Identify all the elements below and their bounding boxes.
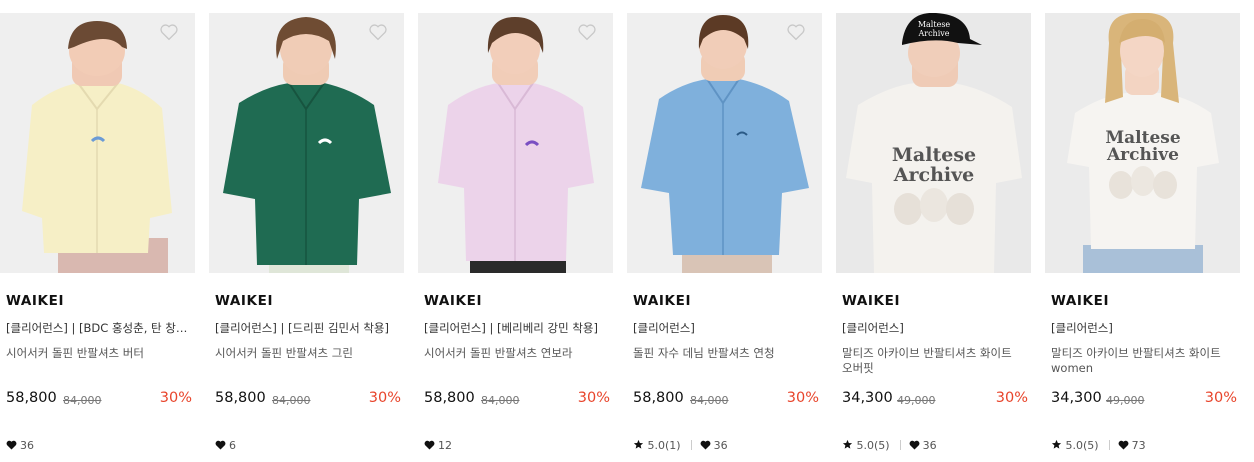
original-price: 84,000 [272,394,311,407]
product-photo: Maltese Archive [1045,13,1240,273]
product-image[interactable]: Maltese Archive Maltese Archive [836,13,1031,273]
rating: 5.0(5) [856,439,890,452]
original-price: 84,000 [481,394,520,407]
price-row: 58,800 84,000 30% [633,390,819,410]
product-photo [627,13,822,273]
meta-divider [690,440,692,450]
like-heart-icon [424,440,435,450]
brand-name[interactable]: WAIKEI [633,293,691,309]
product-meta: 5.0(5) 36 [842,439,937,453]
like-heart-icon [909,440,920,450]
brand-name[interactable]: WAIKEI [6,293,64,309]
wishlist-heart-icon[interactable] [368,23,388,41]
star-icon [842,439,853,449]
like-heart-icon [6,440,17,450]
product-image[interactable] [0,13,195,273]
price-row: 58,800 84,000 30% [424,390,610,410]
sale-price: 58,800 [424,390,475,406]
original-price: 84,000 [690,394,729,407]
product-card[interactable]: WAIKEI [클리어런스] 돌핀 자수 데님 반팔셔츠 연청 58,800 8… [627,13,822,453]
like-heart-icon [215,440,226,450]
rating: 5.0(5) [1065,439,1099,452]
product-card[interactable]: WAIKEI [클리어런스] | [BDC 홍성춘, 탄 창… 시어서커 돌핀 … [0,13,195,453]
sale-price: 58,800 [6,390,57,406]
original-price: 49,000 [1106,394,1145,407]
product-tag: [클리어런스] [842,321,904,335]
like-count: 12 [438,439,452,452]
like-count: 36 [20,439,34,452]
cap-print-line-2: Archive [917,29,949,38]
brand-name[interactable]: WAIKEI [842,293,900,309]
product-image[interactable] [209,13,404,273]
discount-rate: 30% [1204,390,1237,406]
product-name[interactable]: 돌핀 자수 데님 반팔셔츠 연청 [633,346,813,361]
product-image[interactable]: Maltese Archive [1045,13,1240,273]
sale-price: 34,300 [842,390,893,406]
meta-divider [899,440,901,450]
sale-price: 58,800 [633,390,684,406]
product-name[interactable]: 시어서커 돌핀 반팔셔츠 버터 [6,346,186,361]
cap-print-line-1: Maltese [918,20,951,29]
sale-price: 58,800 [215,390,266,406]
discount-rate: 30% [577,390,610,406]
product-photo [0,13,195,273]
like-count: 73 [1131,439,1146,452]
shirt-print-line-1: Maltese [892,144,976,166]
discount-rate: 30% [786,390,819,406]
product-tag: [클리어런스] [1051,321,1113,335]
product-photo [418,13,613,273]
product-tag: [클리어런스] [633,321,695,335]
product-card[interactable]: Maltese Archive WAIKEI [클리어런스] 말티즈 아카이브 … [1045,13,1240,453]
sale-price: 34,300 [1051,390,1102,406]
discount-rate: 30% [995,390,1028,406]
star-icon [633,439,644,449]
star-icon [1051,439,1062,449]
discount-rate: 30% [159,390,192,406]
product-tag: [클리어런스] | [BDC 홍성춘, 탄 창… [6,321,188,335]
product-name[interactable]: 말티즈 아카이브 반팔티셔츠 화이트 women [1051,346,1231,376]
product-meta: 6 [215,439,236,453]
shirt-print-line-2: Archive [893,164,974,186]
like-count: 36 [713,439,728,452]
original-price: 49,000 [897,394,936,407]
price-row: 58,800 84,000 30% [6,390,192,410]
product-card[interactable]: Maltese Archive Maltese Archive WAIKEI [… [836,13,1031,453]
like-heart-icon [1118,440,1129,450]
product-meta: 5.0(1) 36 [633,439,728,453]
price-row: 58,800 84,000 30% [215,390,401,410]
meta-divider [1108,440,1110,450]
product-name[interactable]: 말티즈 아카이브 반팔티셔츠 화이트 오버핏 [842,346,1022,376]
discount-rate: 30% [368,390,401,406]
shirt-print-line-2: Archive [1106,145,1179,165]
product-name[interactable]: 시어서커 돌핀 반팔셔츠 연보라 [424,346,604,361]
wishlist-heart-icon[interactable] [577,23,597,41]
original-price: 84,000 [63,394,102,407]
product-photo [209,13,404,273]
price-row: 34,300 49,000 30% [1051,390,1237,410]
product-name[interactable]: 시어서커 돌핀 반팔셔츠 그린 [215,346,395,361]
like-heart-icon [700,440,711,450]
price-row: 34,300 49,000 30% [842,390,1028,410]
product-meta: 12 [424,439,452,453]
product-card[interactable]: WAIKEI [클리어런스] | [베리베리 강민 착용] 시어서커 돌핀 반팔… [418,13,613,453]
product-grid: WAIKEI [클리어런스] | [BDC 홍성춘, 탄 창… 시어서커 돌핀 … [0,0,1254,462]
product-card[interactable]: WAIKEI [클리어런스] | [드리핀 김민서 착용] 시어서커 돌핀 반팔… [209,13,404,453]
product-image[interactable] [418,13,613,273]
wishlist-heart-icon[interactable] [159,23,179,41]
product-tag: [클리어런스] | [드리핀 김민서 착용] [215,321,389,335]
brand-name[interactable]: WAIKEI [424,293,482,309]
wishlist-heart-icon[interactable] [786,23,806,41]
product-photo: Maltese Archive Maltese Archive [836,13,1031,273]
like-count: 36 [922,439,937,452]
product-meta: 5.0(5) 73 [1051,439,1146,453]
rating: 5.0(1) [647,439,681,452]
brand-name[interactable]: WAIKEI [1051,293,1109,309]
product-tag: [클리어런스] | [베리베리 강민 착용] [424,321,598,335]
like-count: 6 [229,439,236,452]
product-image[interactable] [627,13,822,273]
product-meta: 36 [6,439,34,453]
brand-name[interactable]: WAIKEI [215,293,273,309]
